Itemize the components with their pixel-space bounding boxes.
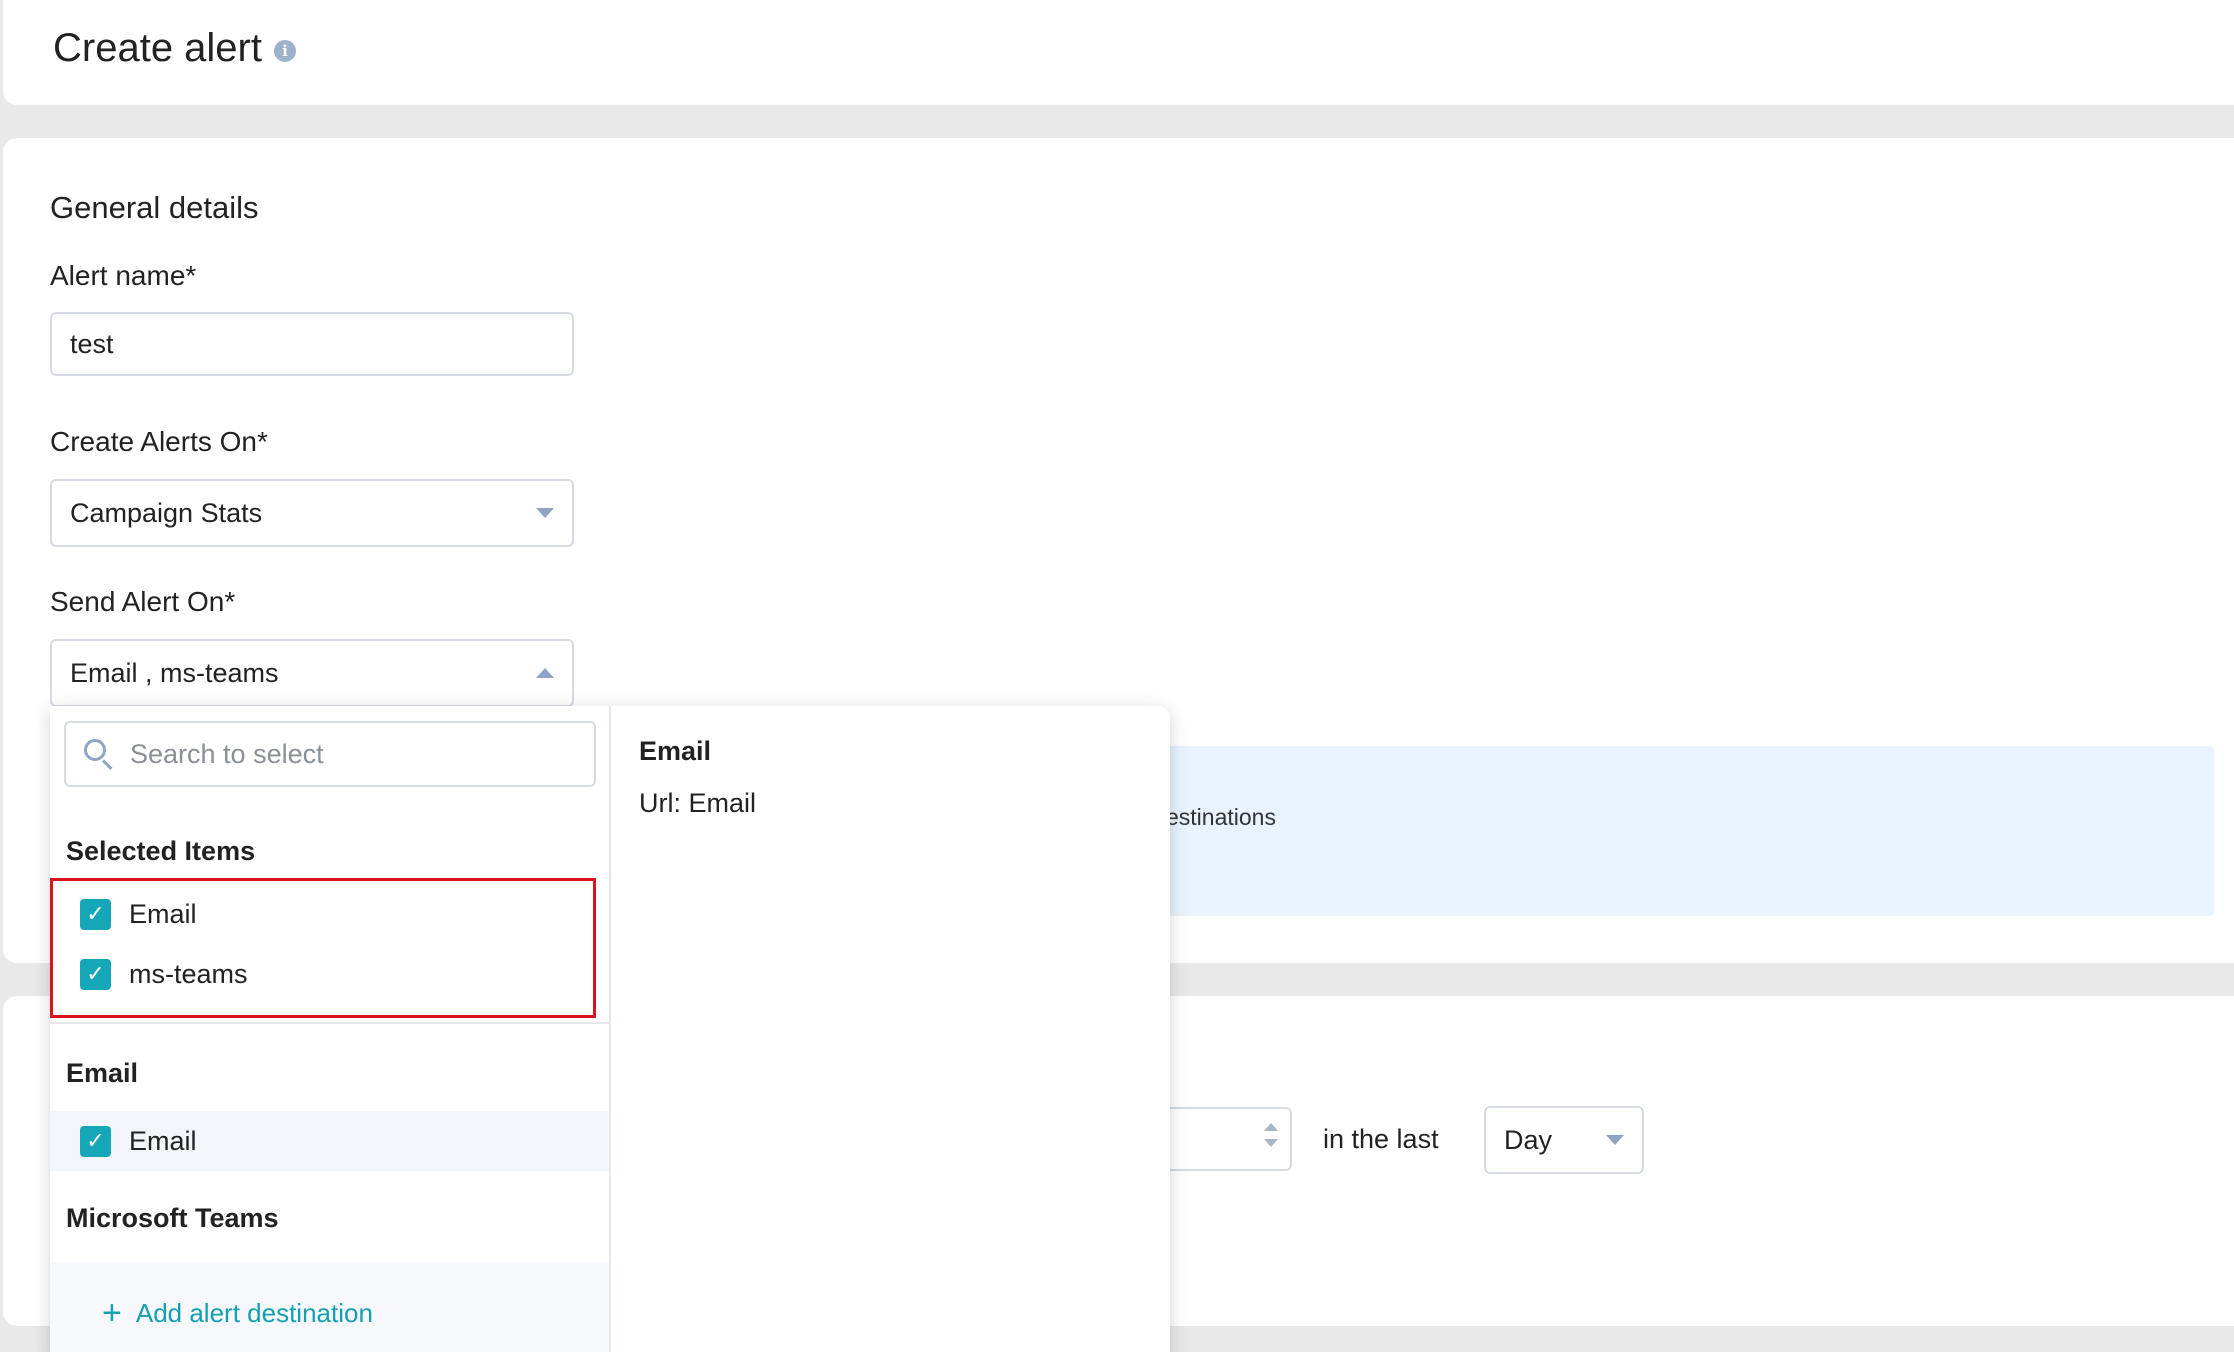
page-title-text: Create alert — [53, 26, 262, 70]
header-card: Create alert i — [3, 0, 2234, 105]
alert-name-label: Alert name* — [50, 260, 197, 291]
create-alerts-on-value: Campaign Stats — [70, 497, 263, 528]
number-stepper[interactable] — [1264, 1123, 1278, 1147]
section-title-general-details: General details — [50, 190, 259, 225]
detail-title: Email — [639, 736, 712, 766]
option-email[interactable]: ✓ Email — [50, 1111, 609, 1171]
group-title-email: Email — [66, 1058, 139, 1088]
dropdown-divider — [50, 1022, 609, 1024]
chevron-down-icon — [1606, 1135, 1624, 1145]
dropdown-search-input[interactable] — [130, 738, 560, 770]
send-alert-on-dropdown: Selected Items ✓ Email ✓ ms-teams Email … — [50, 706, 1170, 1352]
create-alerts-on-select[interactable]: Campaign Stats — [50, 479, 574, 547]
send-alert-on-value: Email , ms-teams — [70, 657, 279, 688]
add-alert-destination-button[interactable]: + Add alert destination — [102, 1296, 373, 1330]
chevron-down-icon — [536, 508, 554, 518]
info-panel-text: estinations — [1166, 804, 1276, 830]
selected-item-ms-teams[interactable]: ✓ ms-teams — [50, 944, 609, 1004]
create-alerts-on-label: Create Alerts On* — [50, 426, 268, 457]
threshold-number-input[interactable] — [1160, 1107, 1292, 1171]
checkbox-checked-icon[interactable]: ✓ — [80, 958, 111, 990]
period-value: Day — [1504, 1124, 1553, 1155]
add-alert-destination-label: Add alert destination — [135, 1297, 373, 1328]
stepper-down-icon[interactable] — [1264, 1139, 1278, 1147]
period-select[interactable]: Day — [1484, 1106, 1644, 1174]
selected-item-label: ms-teams — [129, 958, 248, 989]
stepper-up-icon[interactable] — [1264, 1123, 1278, 1131]
send-alert-on-select[interactable]: Email , ms-teams — [50, 639, 574, 707]
selected-items-title: Selected Items — [66, 836, 256, 866]
search-icon — [82, 737, 116, 771]
dropdown-options-panel: Selected Items ✓ Email ✓ ms-teams Email … — [50, 706, 611, 1352]
option-label: Email — [129, 1125, 197, 1156]
plus-icon: + — [102, 1294, 122, 1332]
detail-url: Url: Email — [639, 788, 757, 818]
send-alert-on-label: Send Alert On* — [50, 586, 236, 617]
group-title-microsoft-teams: Microsoft Teams — [66, 1203, 279, 1233]
dropdown-detail-panel: Email Url: Email — [611, 706, 1170, 1352]
checkbox-checked-icon[interactable]: ✓ — [80, 1125, 111, 1157]
checkbox-checked-icon[interactable]: ✓ — [80, 898, 111, 930]
chevron-up-icon — [536, 668, 554, 678]
alert-name-input[interactable]: test — [50, 312, 574, 376]
info-icon[interactable]: i — [273, 39, 296, 62]
info-panel — [1160, 746, 2214, 916]
in-the-last-label: in the last — [1323, 1124, 1439, 1154]
selected-item-email[interactable]: ✓ Email — [50, 884, 609, 944]
alert-name-value: test — [70, 328, 114, 359]
page-title: Create alert i — [53, 26, 296, 71]
dropdown-search[interactable] — [64, 721, 596, 787]
selected-item-label: Email — [129, 898, 197, 929]
